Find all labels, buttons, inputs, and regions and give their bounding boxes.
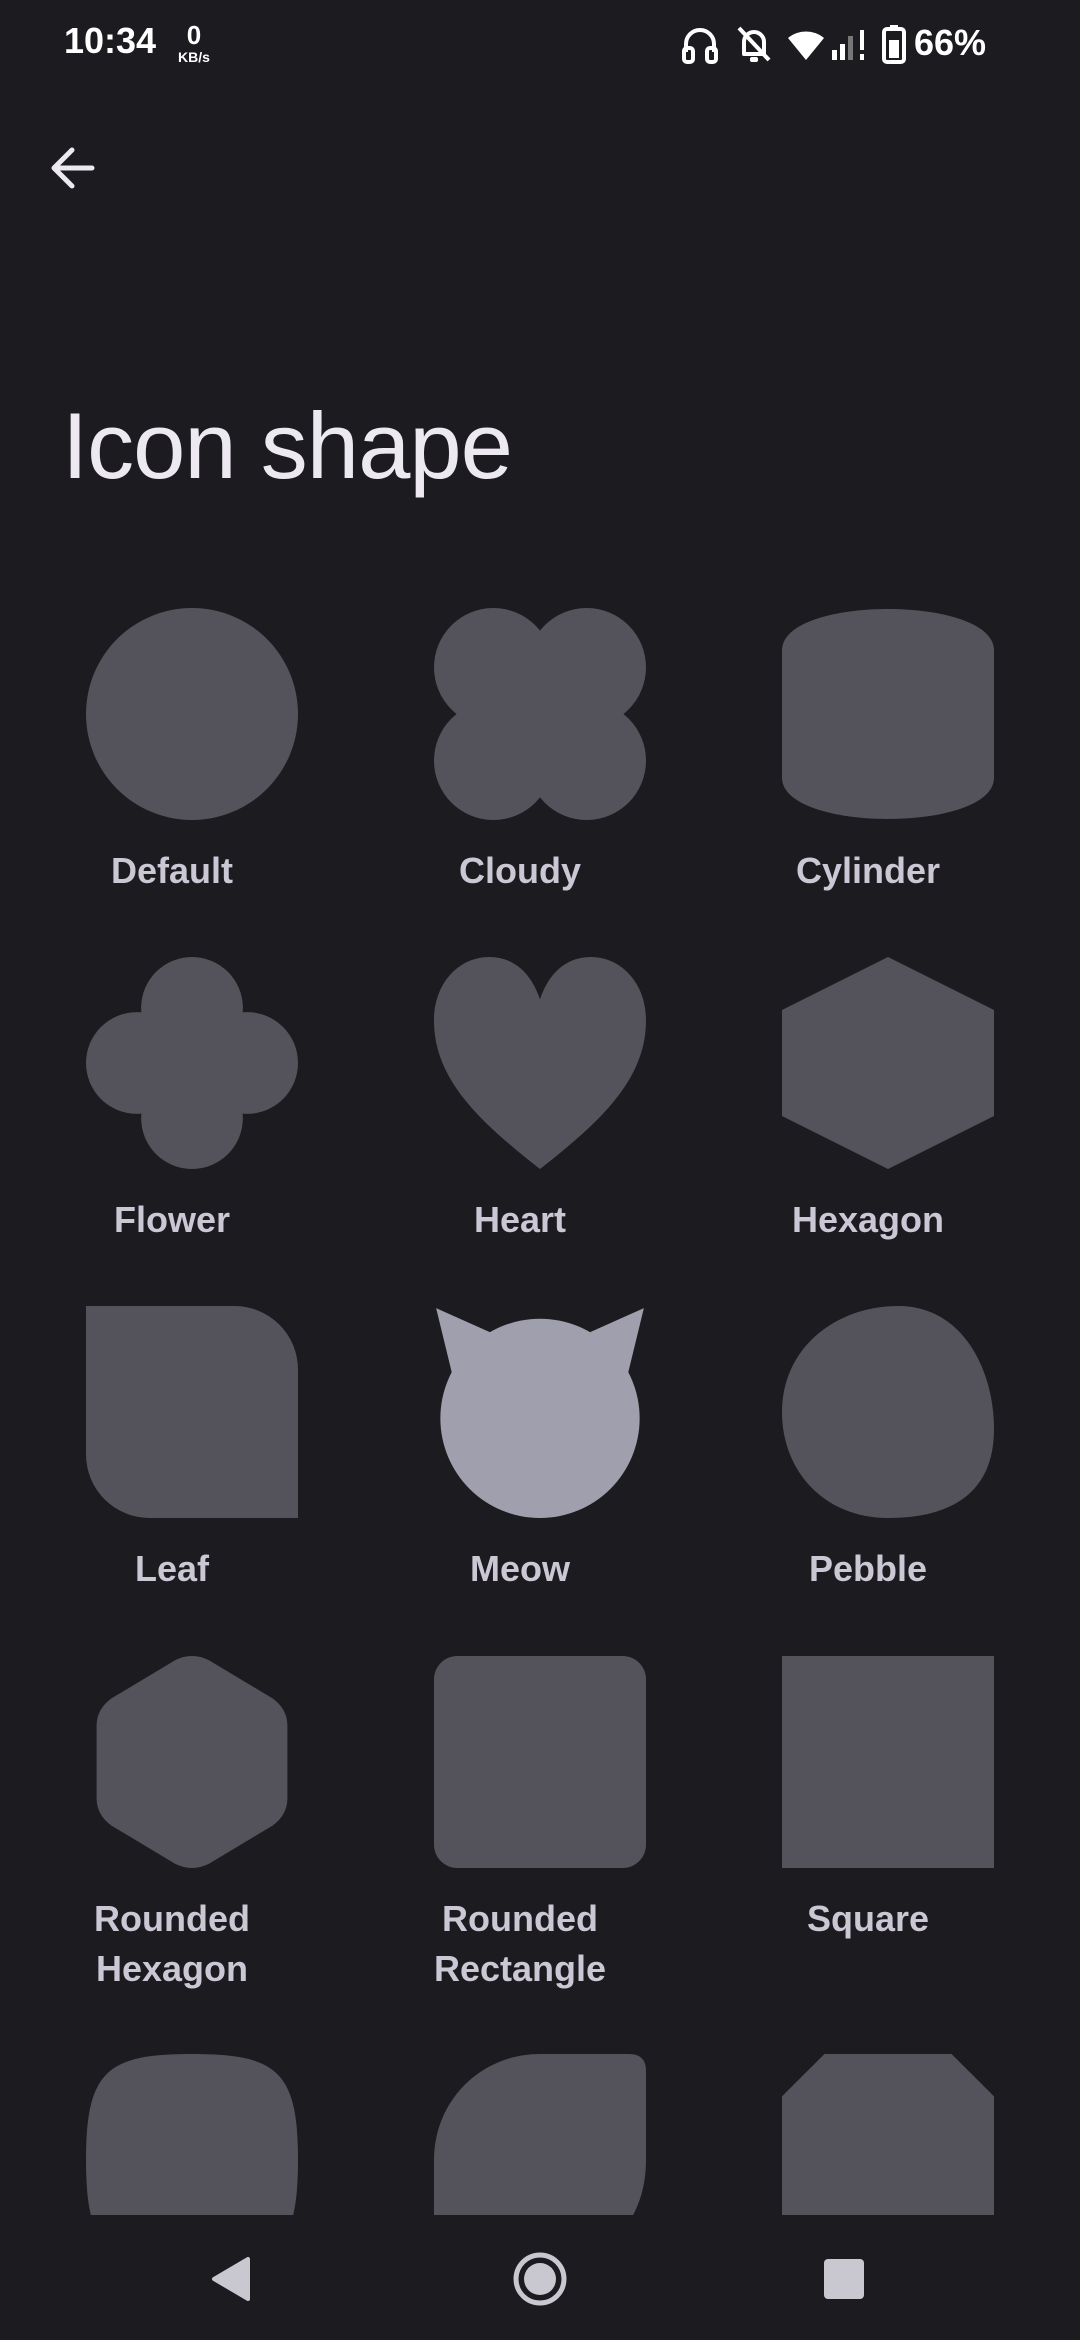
nav-home-icon bbox=[513, 2252, 567, 2306]
tapered-rect-shape-icon bbox=[434, 2054, 646, 2215]
octagon-shape-icon bbox=[782, 2054, 994, 2215]
shape-label: Hexagon bbox=[791, 1199, 945, 1240]
pebble-shape-icon bbox=[782, 1306, 994, 1518]
shape-label: Meow bbox=[469, 1548, 570, 1589]
square-shape-icon bbox=[782, 1656, 994, 1868]
nav-home-button[interactable] bbox=[498, 2237, 582, 2321]
shape-label: Heart bbox=[473, 1199, 567, 1240]
hexagon-shape-icon bbox=[782, 957, 994, 1169]
nav-recents-button[interactable] bbox=[802, 2237, 886, 2321]
shape-label: Rounded Hexagon bbox=[94, 1898, 250, 1989]
squircle-shape-icon bbox=[86, 2054, 298, 2215]
shape-label: Rounded Rectangle bbox=[433, 1898, 607, 1989]
icon-shape-grid: Default Cloudy Cylinder Flower Heart Hex… bbox=[0, 0, 1080, 2215]
heart-shape-icon bbox=[434, 957, 646, 1169]
shape-label: Leaf bbox=[134, 1548, 210, 1589]
nav-back-icon bbox=[212, 2257, 250, 2301]
nav-back-button[interactable] bbox=[190, 2237, 274, 2321]
shape-label: Flower bbox=[113, 1199, 230, 1240]
flower-shape-icon bbox=[86, 957, 298, 1169]
nav-recents-icon bbox=[824, 2259, 864, 2299]
leaf-shape-icon bbox=[86, 1306, 298, 1518]
cloudy-shape-icon bbox=[434, 608, 646, 820]
rounded-hexagon-shape-icon bbox=[96, 1656, 288, 1868]
circle-shape-icon bbox=[86, 608, 298, 820]
cylinder-shape-icon bbox=[782, 609, 994, 819]
shape-label: Default bbox=[110, 850, 233, 891]
rounded-rectangle-shape-icon bbox=[434, 1656, 646, 1868]
meow-shape-icon bbox=[436, 1308, 644, 1518]
shape-label: Cylinder bbox=[795, 850, 941, 891]
shape-label: Square bbox=[806, 1898, 930, 1939]
shape-label: Cloudy bbox=[459, 850, 581, 891]
shape-label: Pebble bbox=[808, 1548, 928, 1589]
navigation-bar bbox=[0, 2215, 1080, 2340]
